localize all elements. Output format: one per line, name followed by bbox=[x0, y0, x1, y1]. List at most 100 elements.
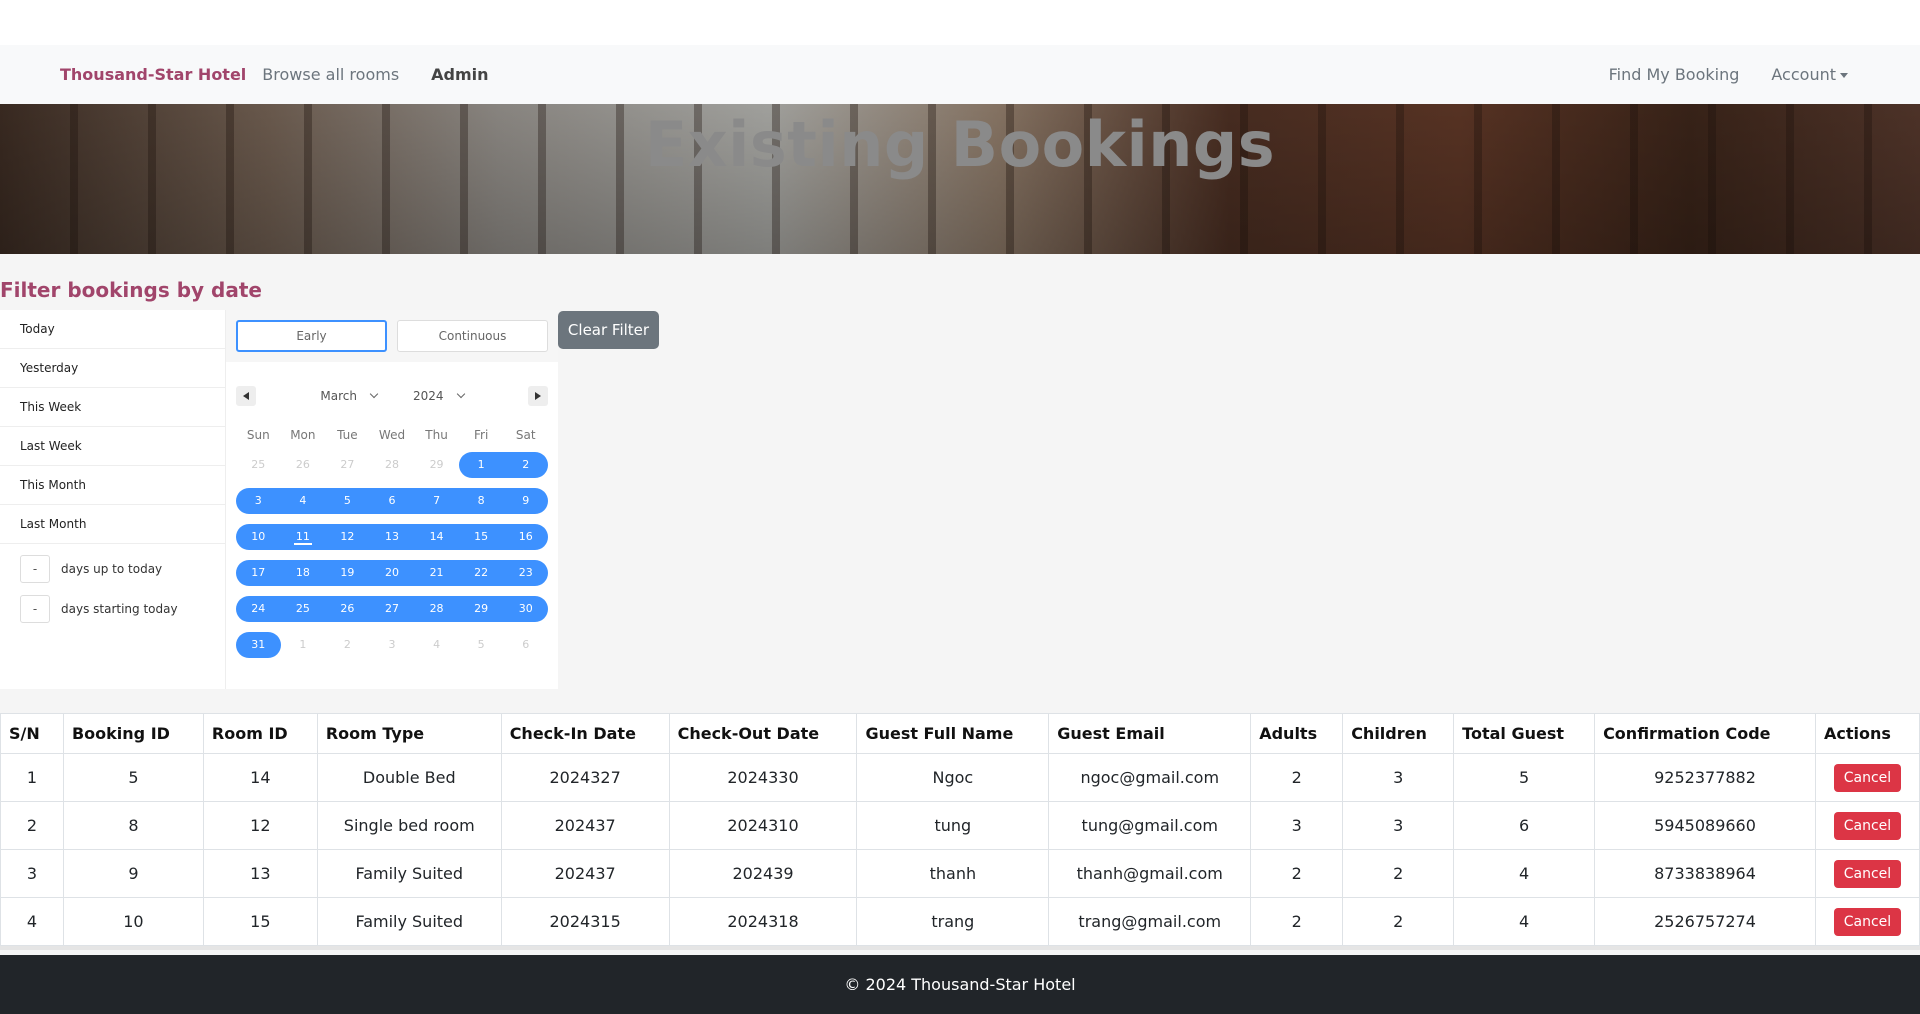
calendar-day-number: 6 bbox=[388, 494, 396, 507]
range-yesterday[interactable]: Yesterday bbox=[0, 349, 225, 388]
calendar-day[interactable]: 30 bbox=[503, 596, 548, 622]
calendar-day[interactable]: 27 bbox=[369, 596, 415, 622]
table-cell: tung@gmail.com bbox=[1048, 801, 1252, 850]
calendar-day[interactable]: 7 bbox=[414, 488, 459, 514]
calendar-grid: 25 26 27 28 29 1 2 3 4 5 6 7 8 9 10 11 12 13 14 15 16 17 18 19 2… bbox=[236, 452, 548, 658]
month-label: March bbox=[320, 389, 358, 403]
table-header-row: S/N Booking ID Room ID Room Type Check-In Da… bbox=[0, 713, 1920, 754]
calendar-day[interactable]: 20 bbox=[369, 560, 415, 586]
calendar-day[interactable]: 3 bbox=[236, 488, 281, 514]
weekday-label: Fri bbox=[473, 428, 489, 442]
range-this-week[interactable]: This Week bbox=[0, 388, 225, 427]
calendar-day[interactable]: 8 bbox=[458, 488, 504, 514]
calendar-day[interactable]: 17 bbox=[236, 560, 281, 586]
calendar-day[interactable]: 21 bbox=[414, 560, 459, 586]
calendar-day[interactable]: 2 bbox=[325, 632, 370, 658]
days-up-input[interactable]: - bbox=[20, 555, 50, 583]
navbar: Thousand-Star Hotel Browse all rooms Adm… bbox=[0, 45, 1920, 104]
calendar-day[interactable]: 23 bbox=[503, 560, 548, 586]
table-cell: trang@gmail.com bbox=[1048, 897, 1252, 946]
cancel-button[interactable]: Cancel bbox=[1833, 859, 1902, 888]
table-row: 1 5 14 Double Bed 2024327 2024330 Ngoc ngoc@gma… bbox=[0, 753, 1920, 802]
calendar-day[interactable]: 2 bbox=[503, 452, 548, 478]
calendar-day[interactable]: 19 bbox=[325, 560, 370, 586]
calendar-day[interactable]: 29 bbox=[458, 596, 504, 622]
month-select[interactable]: March bbox=[320, 389, 379, 403]
calendar-day-number: 2 bbox=[343, 638, 351, 651]
calendar-day[interactable]: 10 bbox=[236, 524, 281, 550]
calendar-day[interactable]: 22 bbox=[458, 560, 504, 586]
range-last-week[interactable]: Last Week bbox=[0, 427, 225, 466]
next-month-button[interactable] bbox=[528, 386, 548, 406]
calendar-day[interactable]: 24 bbox=[236, 596, 281, 622]
days-start-input[interactable]: - bbox=[20, 595, 50, 623]
actions-cell: Cancel bbox=[1814, 753, 1920, 802]
browse-rooms-link[interactable]: Browse all rooms bbox=[262, 65, 399, 84]
calendar-day[interactable]: 6 bbox=[369, 488, 415, 514]
brand-link[interactable]: Thousand-Star Hotel bbox=[60, 65, 246, 84]
calendar-day[interactable]: 1 bbox=[281, 632, 326, 658]
calendar-day-number: 19 bbox=[340, 566, 355, 579]
calendar-day[interactable]: 11 bbox=[280, 524, 326, 550]
table-cell: 2024318 bbox=[668, 897, 858, 946]
admin-link[interactable]: Admin bbox=[431, 65, 488, 84]
calendar-day[interactable]: 1 bbox=[458, 452, 504, 478]
page-title: Existing Bookings bbox=[644, 108, 1276, 181]
year-select[interactable]: 2024 bbox=[413, 389, 465, 403]
cancel-button[interactable]: Cancel bbox=[1833, 811, 1902, 840]
calendar-day[interactable]: 3 bbox=[370, 632, 415, 658]
calendar-day-number: 25 bbox=[251, 458, 266, 471]
calendar-day[interactable]: 5 bbox=[459, 632, 504, 658]
table-cell: 5945089660 bbox=[1594, 801, 1816, 850]
calendar-day[interactable]: 13 bbox=[369, 524, 415, 550]
calendar-day[interactable]: 26 bbox=[325, 596, 370, 622]
calendar-panel: Early Continuous March 2024 Sun Mon Tue Wed… bbox=[226, 310, 558, 689]
calendar-day-number: 11 bbox=[293, 530, 312, 545]
account-dropdown[interactable]: Account bbox=[1771, 65, 1848, 84]
range-this-month[interactable]: This Month bbox=[0, 466, 225, 505]
calendar-day[interactable]: 28 bbox=[414, 596, 459, 622]
calendar-day[interactable]: 9 bbox=[503, 488, 548, 514]
table-row: 3 9 13 Family Suited 202437 202439 thanh thanh@… bbox=[0, 849, 1920, 898]
table-cell: thanh bbox=[856, 849, 1050, 898]
calendar-day[interactable]: 5 bbox=[325, 488, 370, 514]
range-today[interactable]: Today bbox=[0, 310, 225, 349]
table-cell: trang bbox=[856, 897, 1050, 946]
calendar-day-number: 5 bbox=[477, 638, 485, 651]
table-cell: 3 bbox=[1342, 801, 1455, 850]
calendar-day[interactable]: 15 bbox=[458, 524, 504, 550]
cancel-button[interactable]: Cancel bbox=[1833, 763, 1902, 792]
calendar-day-number: 8 bbox=[477, 494, 485, 507]
calendar-day[interactable]: 6 bbox=[503, 632, 548, 658]
calendar-day[interactable]: 12 bbox=[325, 524, 370, 550]
tab-early[interactable]: Early bbox=[236, 320, 387, 352]
table-row: 4 10 15 Family Suited 2024315 2024318 trang tra… bbox=[0, 897, 1920, 946]
calendar-day[interactable]: 28 bbox=[370, 452, 415, 478]
table-cell: 3 bbox=[1342, 753, 1455, 802]
calendar-day[interactable]: 25 bbox=[236, 452, 281, 478]
find-booking-link[interactable]: Find My Booking bbox=[1609, 65, 1740, 84]
bookings-table-wrapper: S/N Booking ID Room ID Room Type Check-In Da… bbox=[0, 713, 1920, 950]
calendar-day[interactable]: 4 bbox=[280, 488, 326, 514]
table-cell: 2024315 bbox=[500, 897, 670, 946]
calendar-day[interactable]: 29 bbox=[414, 452, 459, 478]
table-cell: 2024310 bbox=[668, 801, 858, 850]
cancel-button[interactable]: Cancel bbox=[1833, 907, 1902, 936]
table-cell: 2 bbox=[1250, 753, 1344, 802]
prev-month-button[interactable] bbox=[236, 386, 256, 406]
calendar-day[interactable]: 18 bbox=[280, 560, 326, 586]
days-up-label: days up to today bbox=[61, 562, 163, 576]
table-row: 2 8 12 Single bed room 202437 2024310 tung tung… bbox=[0, 801, 1920, 850]
calendar-day-number: 27 bbox=[340, 458, 355, 471]
tab-continuous[interactable]: Continuous bbox=[397, 320, 548, 352]
calendar-day[interactable]: 31 bbox=[236, 632, 281, 658]
calendar-day[interactable]: 4 bbox=[414, 632, 459, 658]
calendar-day[interactable]: 25 bbox=[280, 596, 326, 622]
calendar-day-number: 22 bbox=[474, 566, 489, 579]
calendar-day[interactable]: 26 bbox=[281, 452, 326, 478]
calendar-day[interactable]: 27 bbox=[325, 452, 370, 478]
clear-filter-button[interactable]: Clear Filter bbox=[558, 311, 659, 349]
range-last-month[interactable]: Last Month bbox=[0, 505, 225, 544]
calendar-day[interactable]: 14 bbox=[414, 524, 459, 550]
calendar-day[interactable]: 16 bbox=[503, 524, 548, 550]
